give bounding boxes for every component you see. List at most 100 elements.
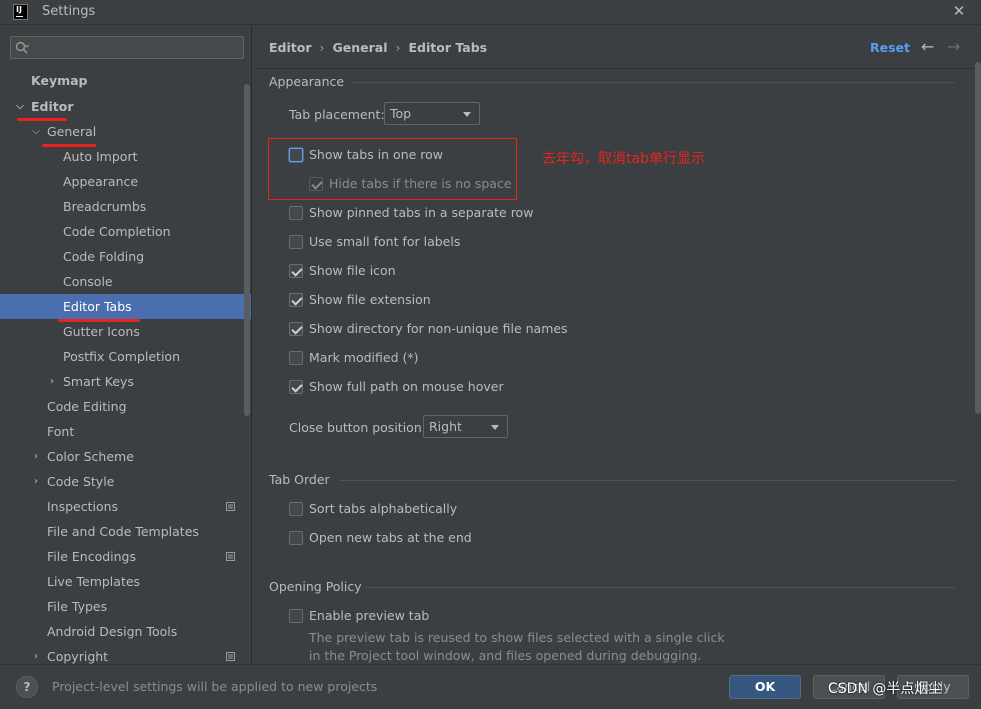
tab-placement-value: Top	[390, 106, 412, 121]
tree-item-smart-keys[interactable]: › Smart Keys	[0, 369, 251, 394]
chevron-right-icon[interactable]: ›	[31, 644, 41, 664]
chevron-right-icon: ›	[395, 40, 401, 55]
annotation-box	[268, 138, 517, 200]
help-icon[interactable]: ?	[16, 676, 38, 698]
tree-item-color-scheme[interactable]: › Color Scheme	[0, 444, 251, 469]
tree-item-label: Code Style	[47, 474, 115, 489]
tree-item-file-types[interactable]: File Types	[0, 594, 251, 619]
reset-link[interactable]: Reset	[870, 40, 910, 55]
tree-item-android-design-tools[interactable]: Android Design Tools	[0, 619, 251, 644]
checkbox[interactable]	[289, 293, 303, 307]
project-scope-icon	[226, 552, 235, 561]
tree-item-label: Breadcrumbs	[63, 199, 147, 214]
tree-item-label: Smart Keys	[63, 374, 134, 389]
checkbox-label: Open new tabs at the end	[309, 530, 472, 545]
tree-item-console[interactable]: Console	[0, 269, 251, 294]
checkbox[interactable]	[289, 322, 303, 336]
tree-item-label: Font	[47, 424, 75, 439]
checkbox-label: Use small font for labels	[309, 234, 461, 249]
tree-item-label: Copyright	[47, 649, 109, 664]
breadcrumb-item[interactable]: Editor	[269, 40, 312, 55]
tree-item-label: Gutter Icons	[63, 324, 140, 339]
window-title: Settings	[42, 4, 96, 19]
checkbox-label: Mark modified (*)	[309, 350, 419, 365]
tree-item-label: Keymap	[31, 73, 88, 88]
tree-item-code-editing[interactable]: Code Editing	[0, 394, 251, 419]
section-title-opening-policy: Opening Policy	[269, 579, 362, 594]
checkbox-label: Enable preview tab	[309, 608, 430, 623]
checkbox[interactable]	[289, 206, 303, 220]
tree-item-appearance[interactable]: Appearance	[0, 169, 251, 194]
tree-item-keymap[interactable]: Keymap	[0, 68, 251, 93]
tree-item-label: Color Scheme	[47, 449, 134, 464]
tree-item-label: Android Design Tools	[47, 624, 178, 639]
tree-item-postfix-completion[interactable]: Postfix Completion	[0, 344, 251, 369]
checkbox[interactable]	[289, 502, 303, 516]
preview-tab-description: The preview tab is reused to show files …	[309, 630, 725, 645]
search-icon	[15, 41, 29, 54]
checkbox[interactable]	[289, 351, 303, 365]
tree-item-file-encodings[interactable]: File Encodings	[0, 544, 251, 569]
search-input[interactable]	[10, 36, 244, 59]
chevron-down-icon	[491, 425, 499, 430]
footer-note: Project-level settings will be applied t…	[52, 679, 378, 694]
chevron-right-icon[interactable]: ›	[31, 469, 41, 494]
tree-item-label: Code Completion	[63, 224, 171, 239]
close-button-position-label: Close button position:	[289, 420, 426, 435]
intellij-logo-icon: IJ	[13, 4, 28, 20]
content-scrollbar[interactable]	[975, 62, 981, 414]
sidebar-scrollbar[interactable]	[244, 84, 250, 416]
chevron-down-icon[interactable]: ⌵	[15, 94, 25, 119]
tree-item-gutter-icons[interactable]: Gutter Icons	[0, 319, 251, 344]
tree-item-label: Editor Tabs	[63, 299, 132, 314]
tree-item-label: Postfix Completion	[63, 349, 180, 364]
checkbox[interactable]	[289, 264, 303, 278]
checkbox[interactable]	[289, 531, 303, 545]
tree-item-inspections[interactable]: Inspections	[0, 494, 251, 519]
preview-tab-description: in the Project tool window, and files op…	[309, 648, 702, 663]
tree-item-file-and-code-templates[interactable]: File and Code Templates	[0, 519, 251, 544]
project-scope-icon	[226, 652, 235, 661]
tree-item-live-templates[interactable]: Live Templates	[0, 569, 251, 594]
tree-item-code-style[interactable]: › Code Style	[0, 469, 251, 494]
tree-item-breadcrumbs[interactable]: Breadcrumbs	[0, 194, 251, 219]
tree-item-font[interactable]: Font	[0, 419, 251, 444]
close-button-position-value: Right	[429, 419, 462, 434]
header-divider	[253, 68, 981, 69]
forward-arrow-icon[interactable]: →	[947, 37, 960, 56]
tree-item-code-completion[interactable]: Code Completion	[0, 219, 251, 244]
section-title-tab-order: Tab Order	[269, 472, 330, 487]
chevron-down-icon[interactable]: ⌵	[31, 119, 41, 144]
annotation-text: 去年勾，取消tab单行显示	[542, 151, 705, 167]
tree-item-auto-import[interactable]: Auto Import	[0, 144, 251, 169]
back-arrow-icon[interactable]: ←	[921, 37, 934, 56]
tree-item-code-folding[interactable]: Code Folding	[0, 244, 251, 269]
tree-item-label: General	[47, 124, 97, 139]
tree-item-copyright[interactable]: › Copyright	[0, 644, 251, 664]
checkbox[interactable]	[289, 235, 303, 249]
tree-item-general[interactable]: ⌵ General	[0, 119, 251, 144]
checkbox-label: Show full path on mouse hover	[309, 379, 504, 394]
tree-item-label: File and Code Templates	[47, 524, 199, 539]
chevron-right-icon[interactable]: ›	[31, 444, 41, 469]
tree-item-label: Console	[63, 274, 113, 289]
red-underline-mark	[42, 144, 96, 147]
chevron-down-icon	[463, 112, 471, 117]
checkbox-label: Sort tabs alphabetically	[309, 501, 458, 516]
checkbox-label: Show pinned tabs in a separate row	[309, 205, 534, 220]
tree-item-label: Live Templates	[47, 574, 141, 589]
breadcrumb-item[interactable]: General	[333, 40, 388, 55]
tab-placement-select[interactable]: Top	[384, 102, 480, 125]
checkbox[interactable]	[289, 380, 303, 394]
checkbox[interactable]	[289, 609, 303, 623]
ok-button[interactable]: OK	[729, 675, 801, 699]
close-icon[interactable]: ✕	[951, 3, 967, 19]
close-button-position-select[interactable]: Right	[423, 415, 508, 438]
red-underline-mark	[17, 118, 67, 121]
tree-item-label: File Types	[47, 599, 108, 614]
project-scope-icon	[226, 502, 235, 511]
chevron-right-icon[interactable]: ›	[47, 369, 57, 394]
tree-item-editor-tabs[interactable]: Editor Tabs	[0, 294, 251, 319]
chevron-right-icon: ›	[319, 40, 325, 55]
tree-item-editor[interactable]: ⌵ Editor	[0, 94, 251, 119]
